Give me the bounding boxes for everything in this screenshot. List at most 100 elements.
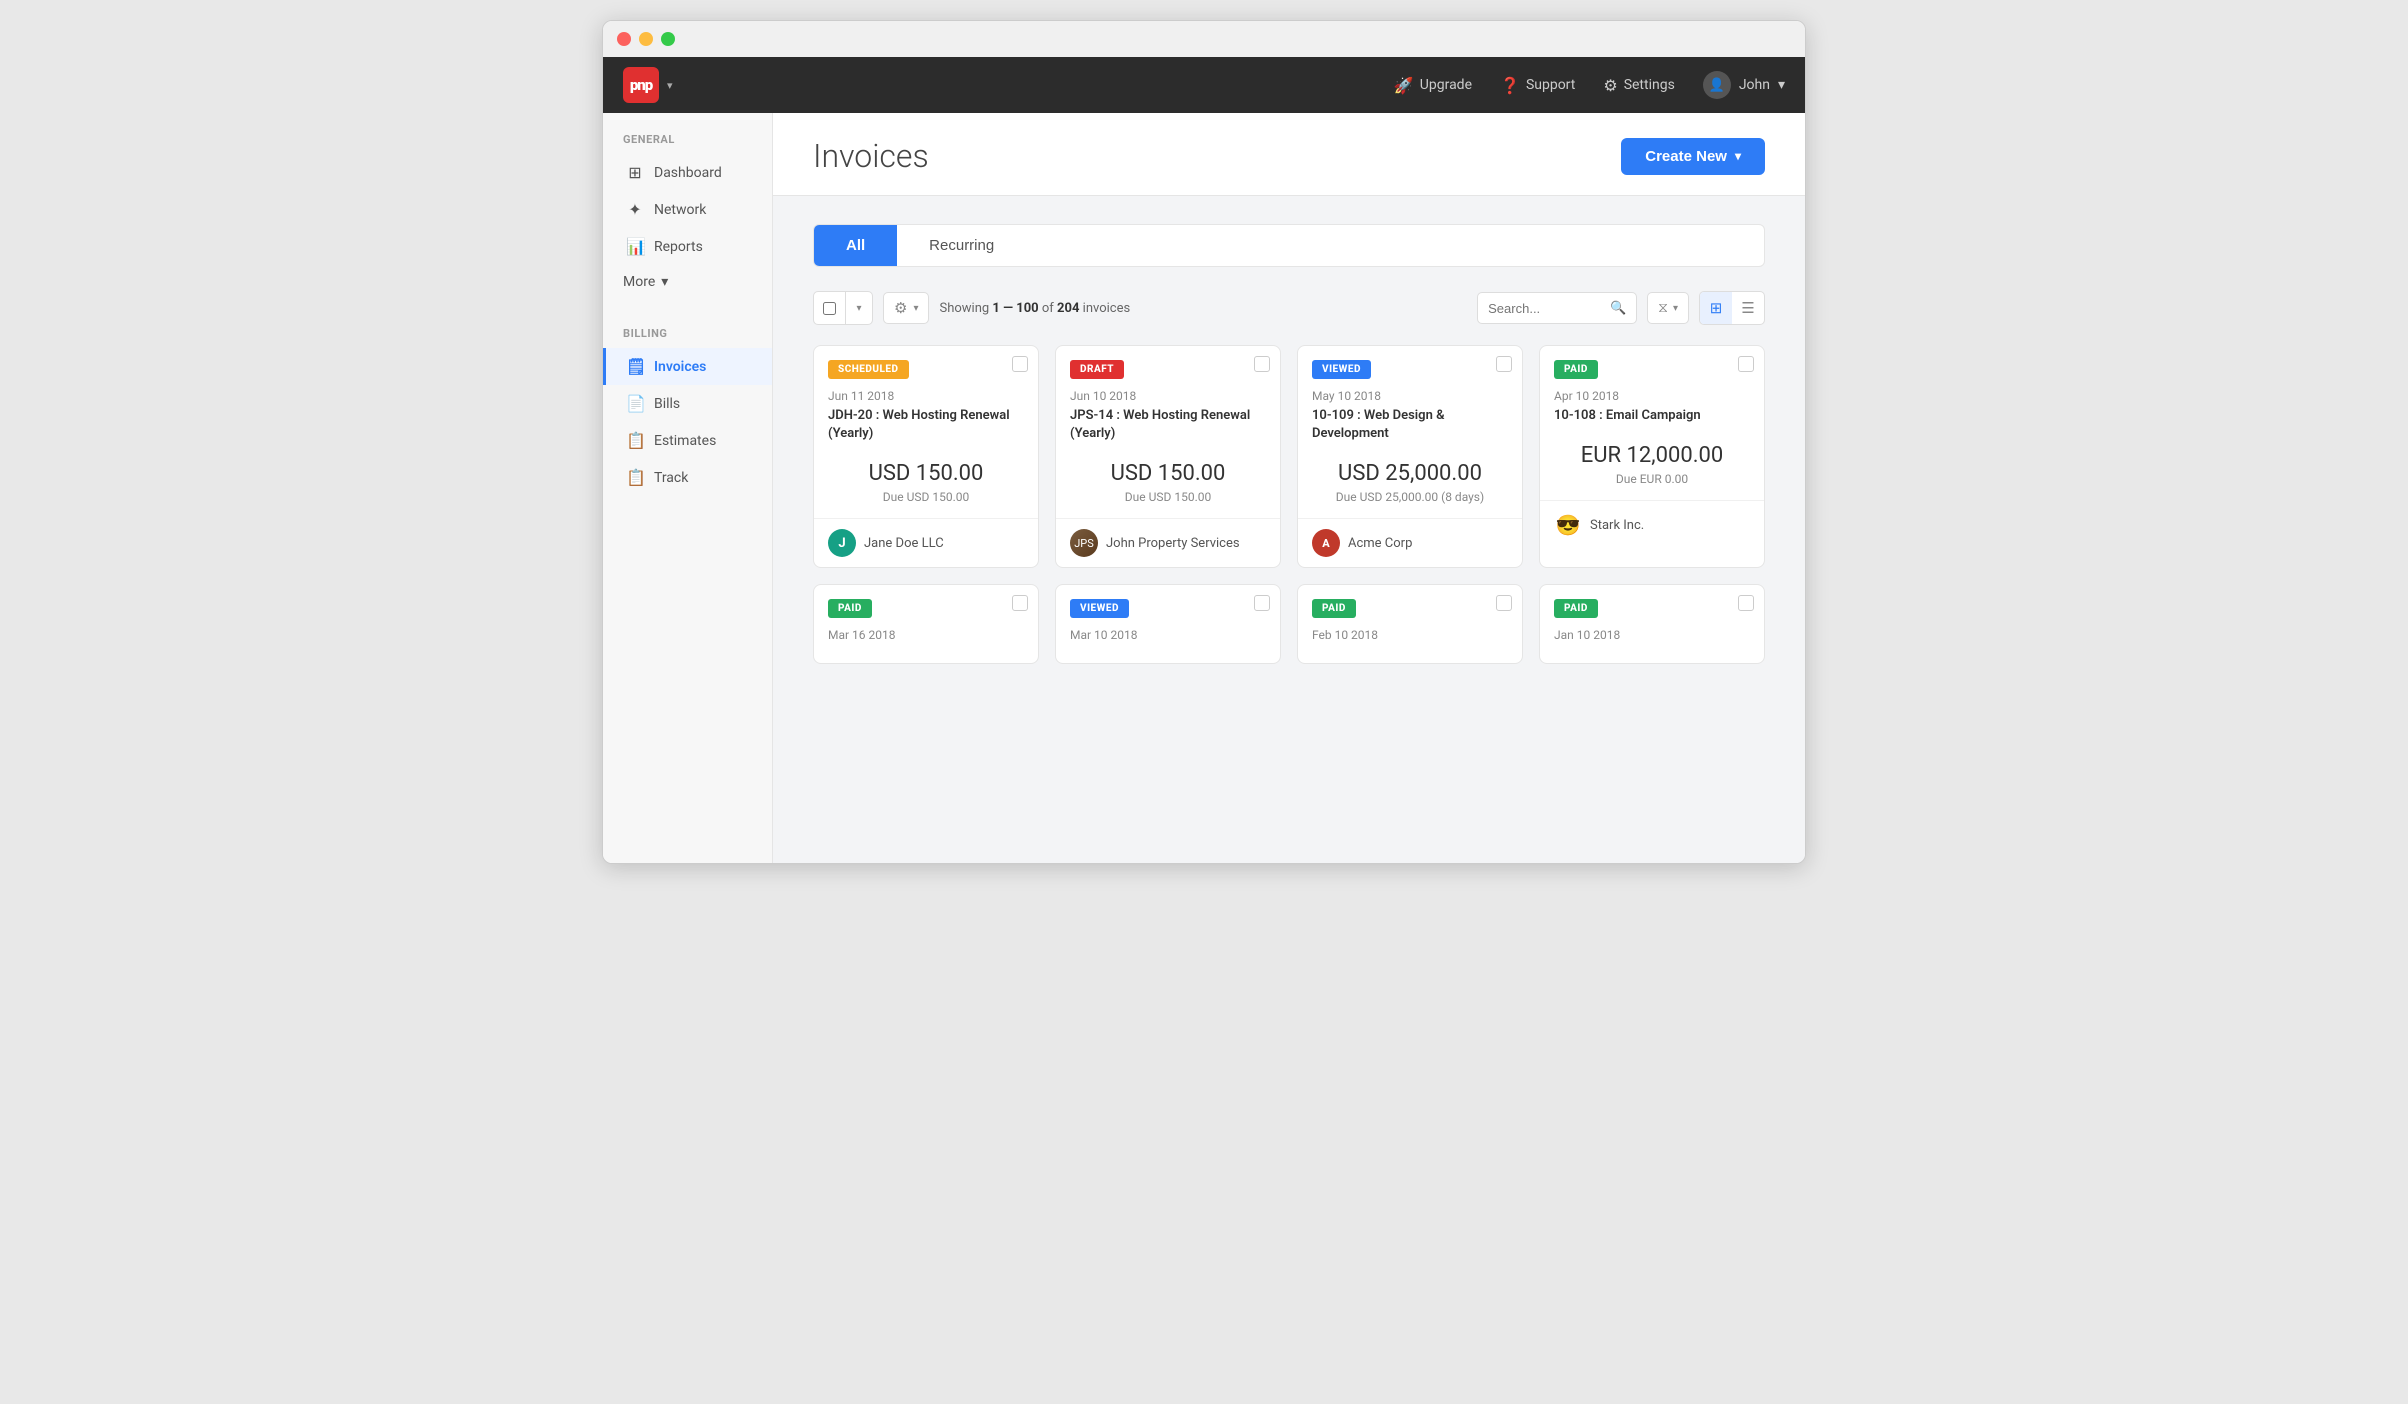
sidebar-item-track[interactable]: 📋 Track [603, 459, 772, 496]
search-box[interactable]: 🔍 [1477, 292, 1637, 324]
card-date-4: Mar 16 2018 [828, 628, 1024, 642]
card-body-7: Jan 10 2018 [1540, 618, 1764, 642]
bulk-arrow: ▾ [913, 303, 918, 314]
select-all-checkbox[interactable] [814, 292, 846, 324]
select-all-dropdown[interactable]: ▾ [813, 291, 873, 325]
card-badge-0: SCHEDULED [828, 360, 909, 379]
sidebar-item-label-dashboard: Dashboard [654, 165, 722, 181]
sidebar-more-label: More [623, 274, 655, 290]
create-new-arrow: ▾ [1735, 149, 1741, 163]
invoice-card-7[interactable]: PAID Jan 10 2018 [1539, 584, 1765, 664]
support-nav-item[interactable]: ❓ Support [1500, 76, 1575, 95]
sidebar: GENERAL ⊞ Dashboard ✦ Network 📊 Reports … [603, 113, 773, 863]
card-title-1: JPS-14 : Web Hosting Renewal (Yearly) [1070, 407, 1266, 443]
create-new-button[interactable]: Create New ▾ [1621, 138, 1765, 175]
card-badge-1: DRAFT [1070, 360, 1124, 379]
card-client-2: Acme Corp [1348, 536, 1412, 551]
sidebar-item-bills[interactable]: 📄 Bills [603, 385, 772, 422]
create-new-label: Create New [1645, 148, 1727, 165]
select-all-dropdown-arrow[interactable]: ▾ [846, 292, 872, 324]
track-icon: 📋 [626, 468, 644, 487]
user-avatar-icon: 👤 [1709, 78, 1725, 93]
minimize-btn[interactable] [639, 32, 653, 46]
tab-recurring[interactable]: Recurring [897, 225, 1026, 266]
card-client-1: John Property Services [1106, 536, 1240, 551]
estimates-icon: 📋 [626, 431, 644, 450]
invoice-card-4[interactable]: PAID Mar 16 2018 [813, 584, 1039, 664]
card-checkbox-5[interactable] [1254, 595, 1270, 611]
card-date-5: Mar 10 2018 [1070, 628, 1266, 642]
invoice-card-6[interactable]: PAID Feb 10 2018 [1297, 584, 1523, 664]
list-view-button[interactable]: ☰ [1732, 292, 1764, 324]
close-btn[interactable] [617, 32, 631, 46]
app-window: pnp ▾ 🚀 Upgrade ❓ Support ⚙ Settings 👤 J… [602, 20, 1806, 864]
sidebar-more[interactable]: More ▾ [603, 265, 772, 299]
card-checkbox-2[interactable] [1496, 356, 1512, 372]
search-input[interactable] [1488, 301, 1610, 316]
sidebar-item-label-network: Network [654, 202, 706, 218]
invoice-tabs: All Recurring [813, 224, 1765, 267]
grid-view-button[interactable]: ⊞ [1700, 292, 1732, 324]
settings-icon: ⚙ [1603, 76, 1617, 95]
settings-nav-item[interactable]: ⚙ Settings [1603, 76, 1674, 95]
user-name: John [1739, 77, 1770, 93]
logo[interactable]: pnp [623, 67, 659, 103]
invoice-card-1[interactable]: DRAFT Jun 10 2018 JPS-14 : Web Hosting R… [1055, 345, 1281, 568]
titlebar [603, 21, 1805, 57]
select-all-input[interactable] [823, 302, 836, 315]
card-checkbox-3[interactable] [1738, 356, 1754, 372]
card-body-5: Mar 10 2018 [1056, 618, 1280, 642]
card-body-0: Jun 11 2018 JDH-20 : Web Hosting Renewal… [814, 379, 1038, 443]
sidebar-item-dashboard[interactable]: ⊞ Dashboard [603, 154, 772, 191]
page-title: Invoices [813, 137, 929, 175]
sidebar-item-label-estimates: Estimates [654, 433, 716, 449]
card-checkbox-1[interactable] [1254, 356, 1270, 372]
network-icon: ✦ [626, 200, 644, 219]
card-checkbox-0[interactable] [1012, 356, 1028, 372]
user-menu[interactable]: 👤 John ▾ [1703, 71, 1785, 99]
sidebar-item-invoices[interactable]: 🗒 Invoices [603, 348, 772, 385]
card-amount-1: USD 150.00 [1056, 443, 1280, 490]
card-avatar-1: JPS [1070, 529, 1098, 557]
invoice-card-0[interactable]: SCHEDULED Jun 11 2018 JDH-20 : Web Hosti… [813, 345, 1039, 568]
sidebar-item-reports[interactable]: 📊 Reports [603, 228, 772, 265]
bulk-actions-dropdown[interactable]: ⚙ ▾ [883, 292, 929, 324]
sidebar-item-network[interactable]: ✦ Network [603, 191, 772, 228]
invoice-card-5[interactable]: VIEWED Mar 10 2018 [1055, 584, 1281, 664]
showing-prefix: Showing [939, 301, 989, 316]
card-checkbox-6[interactable] [1496, 595, 1512, 611]
card-client-0: Jane Doe LLC [864, 536, 944, 551]
user-avatar: 👤 [1703, 71, 1731, 99]
card-avatar-3: 😎 [1554, 511, 1582, 539]
tab-all[interactable]: All [814, 225, 897, 266]
card-badge-6: PAID [1312, 599, 1356, 618]
card-body-4: Mar 16 2018 [814, 618, 1038, 642]
sidebar-item-estimates[interactable]: 📋 Estimates [603, 422, 772, 459]
card-amount-3: EUR 12,000.00 [1540, 425, 1764, 472]
invoice-card-3[interactable]: PAID Apr 10 2018 10-108 : Email Campaign… [1539, 345, 1765, 568]
main-content-area: Invoices Create New ▾ All Recurring [773, 113, 1805, 863]
invoice-card-2[interactable]: VIEWED May 10 2018 10-109 : Web Design &… [1297, 345, 1523, 568]
reports-icon: 📊 [626, 237, 644, 256]
maximize-btn[interactable] [661, 32, 675, 46]
card-checkbox-7[interactable] [1738, 595, 1754, 611]
dashboard-icon: ⊞ [626, 163, 644, 182]
support-label: Support [1526, 77, 1575, 93]
card-footer-3: 😎 Stark Inc. [1540, 500, 1764, 549]
card-checkbox-4[interactable] [1012, 595, 1028, 611]
settings-label: Settings [1624, 77, 1675, 93]
card-footer-2: A Acme Corp [1298, 518, 1522, 567]
card-amount-0: USD 150.00 [814, 443, 1038, 490]
card-badge-3: PAID [1554, 360, 1598, 379]
upgrade-nav-item[interactable]: 🚀 Upgrade [1394, 76, 1472, 95]
card-footer-1: JPS John Property Services [1056, 518, 1280, 567]
card-badge-4: PAID [828, 599, 872, 618]
logo-dropdown-arrow[interactable]: ▾ [667, 79, 673, 92]
card-footer-0: J Jane Doe LLC [814, 518, 1038, 567]
card-due-1: Due USD 150.00 [1056, 490, 1280, 518]
filter-button[interactable]: ⧖ ▾ [1647, 292, 1689, 324]
app-body: GENERAL ⊞ Dashboard ✦ Network 📊 Reports … [603, 113, 1805, 863]
gear-icon: ⚙ [894, 299, 907, 317]
filter-icon: ⧖ [1658, 300, 1668, 316]
card-due-3: Due EUR 0.00 [1540, 472, 1764, 500]
